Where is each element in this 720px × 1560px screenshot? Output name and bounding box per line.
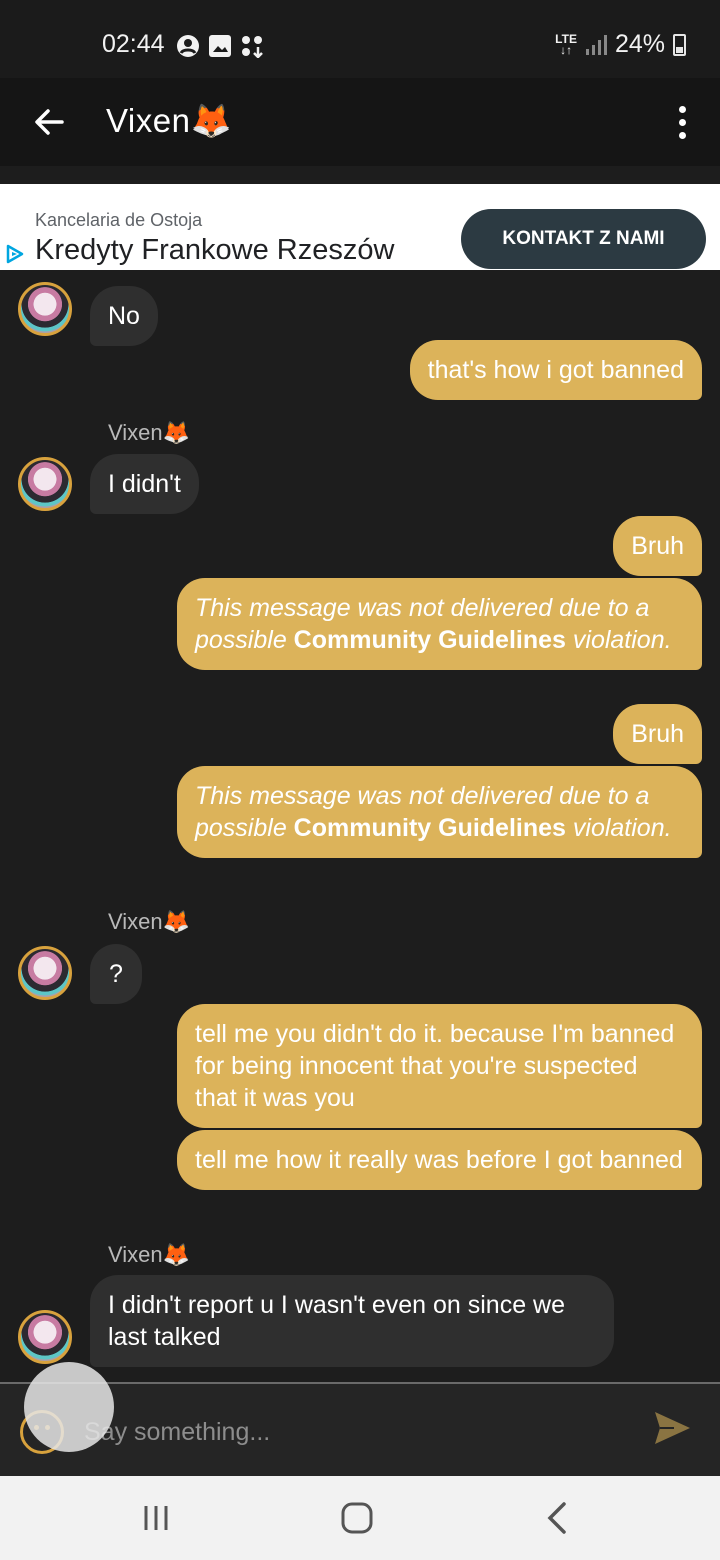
ad-contact-button[interactable]: KONTAKT Z NAMI bbox=[461, 209, 706, 269]
contact-avatar[interactable] bbox=[18, 946, 72, 1000]
message-outgoing[interactable]: tell me you didn't do it. because I'm ba… bbox=[177, 1004, 702, 1128]
blocked-notice-text: violation. bbox=[565, 626, 672, 654]
community-guidelines-link[interactable]: Community Guidelines bbox=[294, 626, 566, 654]
ad-headline[interactable]: Kredyty Frankowe Rzeszów bbox=[35, 234, 394, 267]
message-outgoing[interactable]: Bruh bbox=[613, 516, 702, 576]
more-options-icon[interactable] bbox=[670, 100, 694, 144]
status-notification-icons bbox=[176, 34, 264, 58]
message-input[interactable] bbox=[84, 1408, 624, 1456]
message-outgoing[interactable]: tell me how it really was before I got b… bbox=[177, 1130, 702, 1190]
touch-indicator bbox=[24, 1362, 114, 1452]
ad-banner[interactable]: Kancelaria de Ostoja Kredyty Frankowe Rz… bbox=[0, 184, 720, 270]
divider bbox=[0, 166, 720, 184]
message-incoming[interactable]: ? bbox=[90, 944, 142, 1004]
recent-apps-icon[interactable] bbox=[136, 1498, 176, 1538]
message-incoming[interactable]: No bbox=[90, 286, 158, 346]
message-blocked[interactable]: This message was not delivered due to a … bbox=[177, 578, 702, 670]
blocked-notice-text: violation. bbox=[565, 814, 672, 842]
ad-choices-icon[interactable] bbox=[5, 244, 25, 264]
community-guidelines-link[interactable]: Community Guidelines bbox=[294, 814, 566, 842]
signal-icon bbox=[585, 34, 607, 55]
message-blocked[interactable]: This message was not delivered due to a … bbox=[177, 766, 702, 858]
message-list[interactable]: No that's how i got banned Vixen🦊 I didn… bbox=[0, 270, 720, 1382]
status-time: 02:44 bbox=[102, 30, 165, 58]
gallery-icon bbox=[209, 35, 231, 57]
contact-avatar[interactable] bbox=[18, 282, 72, 336]
status-bar: 02:44 LTE ↓↑ 24% bbox=[0, 0, 720, 78]
message-outgoing[interactable]: that's how i got banned bbox=[409, 340, 702, 400]
app-bar: Vixen🦊 bbox=[0, 78, 720, 166]
sender-name: Vixen🦊 bbox=[108, 420, 191, 445]
sender-name: Vixen🦊 bbox=[108, 909, 191, 934]
battery-percent: 24% bbox=[614, 30, 665, 58]
battery-icon bbox=[673, 33, 686, 56]
system-nav-bar bbox=[0, 1476, 720, 1560]
chat-title[interactable]: Vixen🦊 bbox=[106, 102, 232, 141]
dots-app-icon bbox=[242, 36, 263, 58]
home-icon[interactable] bbox=[337, 1498, 377, 1538]
back-nav-icon[interactable] bbox=[538, 1498, 578, 1538]
account-icon bbox=[177, 35, 199, 57]
ad-advertiser: Kancelaria de Ostoja bbox=[35, 210, 203, 230]
network-type: LTE ↓↑ bbox=[555, 31, 577, 57]
message-incoming[interactable]: I didn't report u I wasn't even on since… bbox=[90, 1275, 614, 1367]
back-arrow-icon[interactable] bbox=[28, 100, 72, 144]
status-right: LTE ↓↑ 24% bbox=[555, 30, 686, 59]
contact-avatar[interactable] bbox=[18, 1310, 72, 1364]
sender-name: Vixen🦊 bbox=[108, 1242, 191, 1267]
contact-avatar[interactable] bbox=[18, 457, 72, 511]
send-icon[interactable] bbox=[652, 1408, 692, 1448]
message-incoming[interactable]: I didn't bbox=[90, 454, 199, 514]
message-outgoing[interactable]: Bruh bbox=[613, 704, 702, 764]
